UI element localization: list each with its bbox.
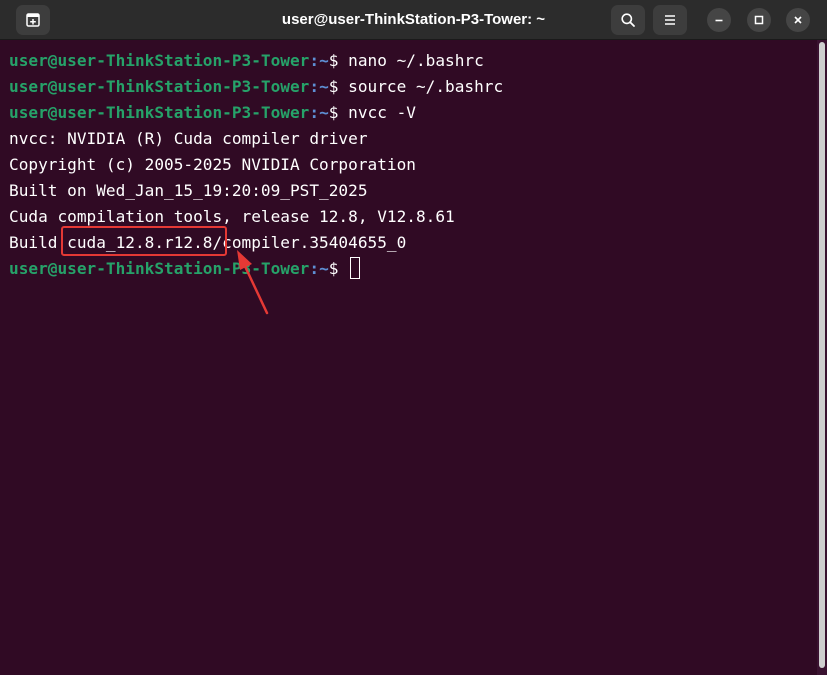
terminal-window: user@user-ThinkStation-P3-Tower: ~ user@…: [0, 0, 827, 675]
output-line: nvcc: NVIDIA (R) Cuda compiler driver: [9, 129, 368, 148]
prompt-path: :~: [309, 259, 329, 278]
menu-button[interactable]: [653, 5, 687, 35]
terminal-line: user@user-ThinkStation-P3-Tower:~$ nano …: [9, 48, 817, 74]
prompt-user-host: user@user-ThinkStation-P3-Tower: [9, 77, 310, 96]
close-button[interactable]: [786, 8, 810, 32]
terminal-line: user@user-ThinkStation-P3-Tower:~$: [9, 256, 817, 282]
scrollbar[interactable]: [817, 40, 827, 675]
terminal-line: user@user-ThinkStation-P3-Tower:~$ sourc…: [9, 74, 817, 100]
prompt-path: :~: [309, 77, 329, 96]
terminal-line: user@user-ThinkStation-P3-Tower:~$ nvcc …: [9, 100, 817, 126]
search-icon: [621, 13, 635, 27]
minimize-icon: [715, 19, 723, 22]
hamburger-menu-icon: [665, 15, 675, 25]
prompt-symbol: $: [328, 77, 349, 96]
prompt-user-host: user@user-ThinkStation-P3-Tower: [9, 259, 310, 278]
prompt-path: :~: [309, 51, 329, 70]
prompt-path: :~: [309, 103, 329, 122]
output-line: Copyright (c) 2005-2025 NVIDIA Corporati…: [9, 155, 416, 174]
prompt-symbol: $: [328, 51, 349, 70]
prompt-user-host: user@user-ThinkStation-P3-Tower: [9, 51, 310, 70]
new-tab-button[interactable]: [16, 5, 50, 35]
prompt-symbol: $: [328, 103, 349, 122]
prompt-user-host: user@user-ThinkStation-P3-Tower: [9, 103, 310, 122]
command-text: source ~/.bashrc: [348, 77, 504, 96]
search-button[interactable]: [611, 5, 645, 35]
scrollbar-thumb[interactable]: [819, 42, 825, 668]
prompt-symbol: $: [328, 259, 349, 278]
terminal-output[interactable]: user@user-ThinkStation-P3-Tower:~$ nano …: [0, 40, 817, 675]
close-icon: [794, 16, 802, 24]
minimize-button[interactable]: [707, 8, 731, 32]
maximize-icon: [754, 15, 764, 25]
highlight-box: [61, 226, 227, 256]
maximize-button[interactable]: [747, 8, 771, 32]
command-text: nano ~/.bashrc: [348, 51, 484, 70]
text-cursor: [350, 257, 361, 279]
header-bar: user@user-ThinkStation-P3-Tower: ~: [0, 0, 827, 40]
command-text: nvcc -V: [348, 103, 416, 122]
new-tab-icon: [26, 13, 40, 27]
output-line: Built on Wed_Jan_15_19:20:09_PST_2025: [9, 181, 368, 200]
window-title: user@user-ThinkStation-P3-Tower: ~: [281, 11, 546, 28]
